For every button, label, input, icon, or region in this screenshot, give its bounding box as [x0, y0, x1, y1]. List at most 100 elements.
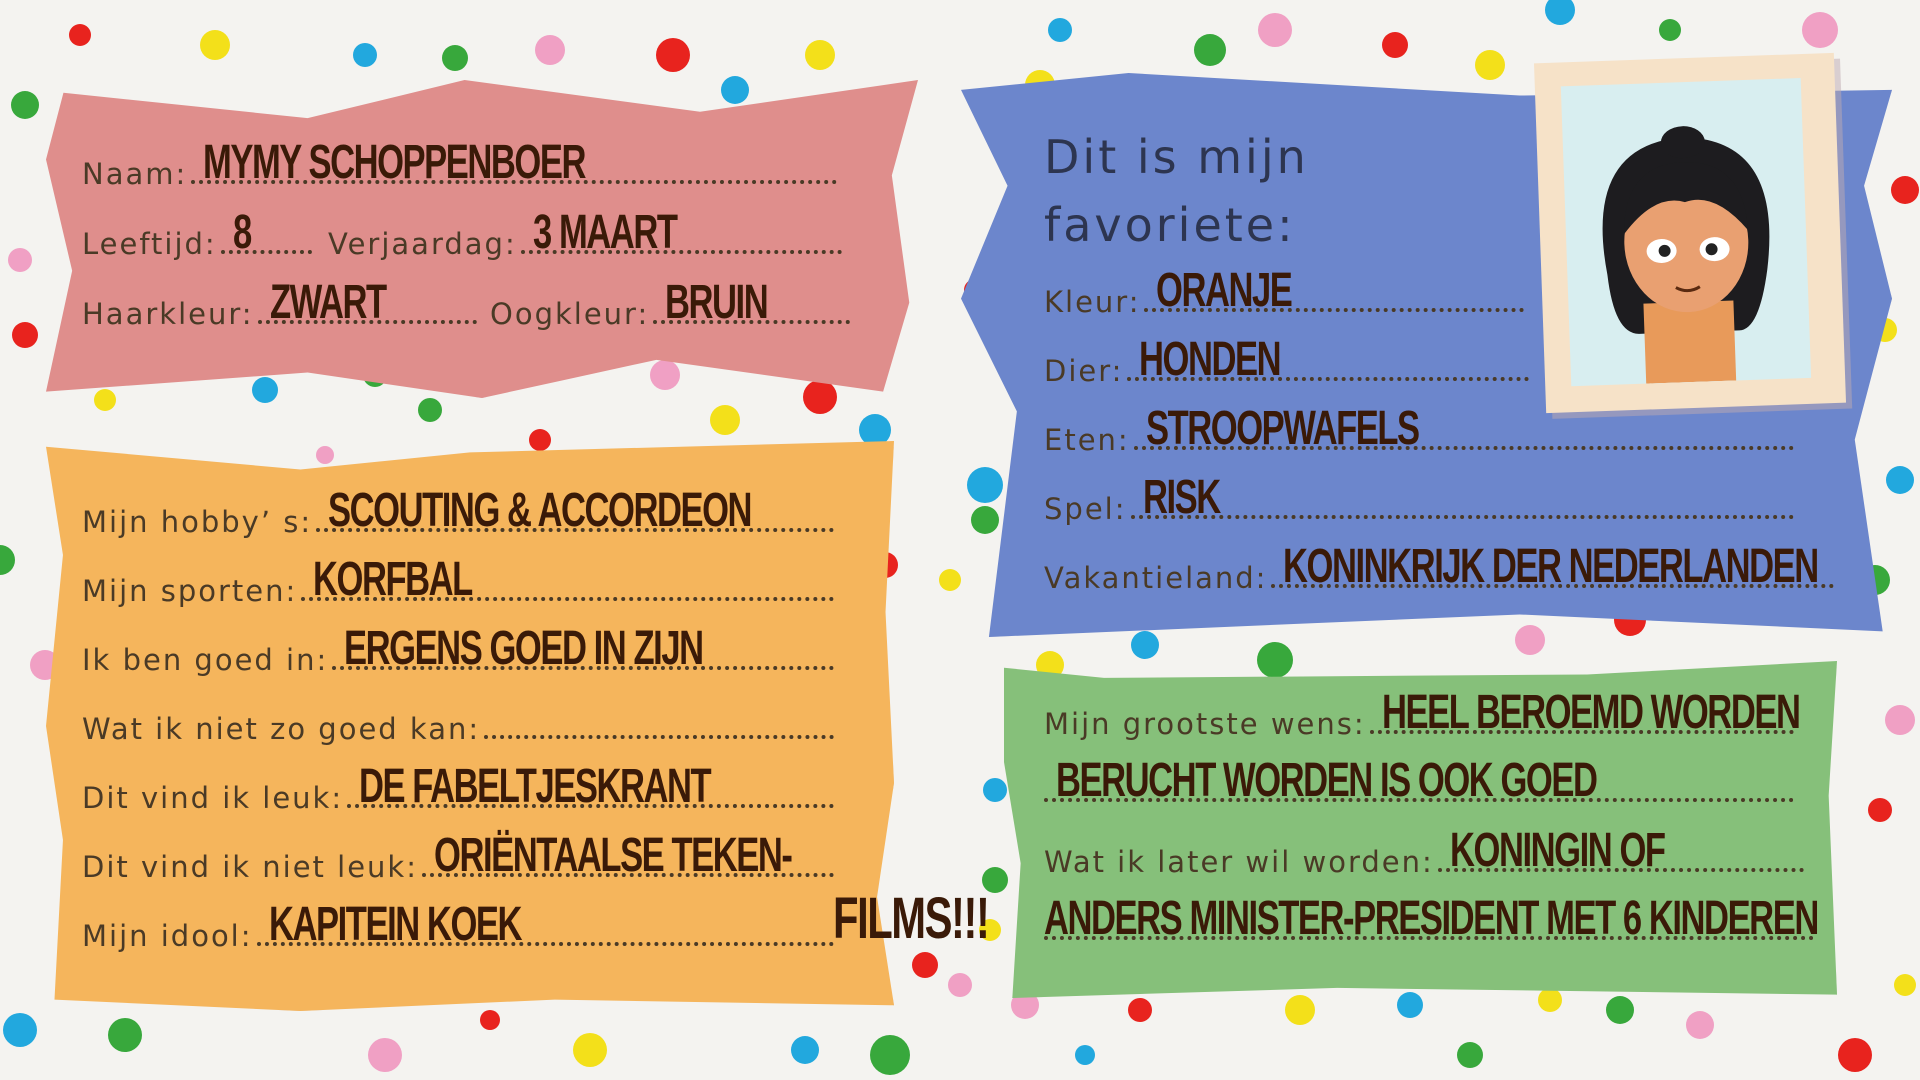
name-row: Naam: MYMY SCHOPPENBOER: [82, 136, 837, 191]
hair-label: Haarkleur:: [82, 297, 254, 331]
wish-row: Mijn grootste wens: HEEL BEROEMD WORDEN: [1044, 686, 1801, 741]
hobby-label: Mijn sporten:: [82, 574, 298, 608]
hobby-row: Dit vind ik niet leuk: ORIËNTAALSE TEKEN-: [82, 829, 834, 884]
fav-value: KONINKRIJK DER NEDERLANDEN: [1283, 540, 1819, 593]
polka-dot: [11, 91, 39, 119]
polka-dot: [442, 45, 468, 71]
career-line2: ANDERS MINISTER-PRESIDENT MET 6 KINDEREN: [1044, 892, 1819, 945]
polka-dot: [368, 1038, 402, 1072]
fav-value: ORANJE: [1156, 264, 1293, 317]
fav-value: HONDEN: [1139, 333, 1282, 386]
polka-dot: [1894, 974, 1916, 996]
polka-dot: [1886, 466, 1914, 494]
polka-dot: [1257, 642, 1293, 678]
name-value: MYMY SCHOPPENBOER: [203, 136, 586, 189]
polka-dot: [418, 398, 442, 422]
hobby-row: Mijn hobby’ s: SCOUTING & ACCORDEON: [82, 484, 834, 539]
polka-dot: [1838, 1038, 1872, 1072]
fav-label: Vakantieland:: [1044, 561, 1268, 595]
polka-dot: [1686, 1011, 1714, 1039]
polka-dot: [0, 545, 15, 575]
career-line1: KONINGIN OF: [1449, 824, 1666, 877]
fav-row: Eten: STROOPWAFELS: [1044, 402, 1794, 457]
hobby-row: Mijn idool: KAPITEIN KOEK FILMS!!!: [82, 886, 990, 953]
polka-dot: [912, 952, 938, 978]
fav-value: STROOPWAFELS: [1145, 402, 1420, 455]
hobby-label: Ik ben goed in:: [82, 643, 329, 677]
name-label: Naam:: [82, 157, 188, 191]
portrait-frame: [1533, 52, 1847, 414]
birthday-value: 3 MAART: [532, 206, 678, 259]
polka-dot: [650, 360, 680, 390]
hobby-label: Dit vind ik leuk:: [82, 781, 344, 815]
polka-dot: [1194, 34, 1226, 66]
polka-dot: [803, 380, 837, 414]
hobby-row: Mijn sporten: KORFBAL: [82, 553, 834, 608]
polka-dot: [1075, 1045, 1095, 1065]
polka-dot: [480, 1010, 500, 1030]
polka-dot: [12, 322, 38, 348]
polka-dot: [948, 973, 972, 997]
hobby-label: Mijn hobby’ s:: [82, 505, 313, 539]
career-row-2: ANDERS MINISTER-PRESIDENT MET 6 KINDEREN: [1044, 892, 1819, 947]
age-label: Leeftijd:: [82, 227, 217, 261]
polka-dot: [8, 248, 32, 272]
fav-label: Kleur:: [1044, 285, 1141, 319]
polka-dot: [656, 38, 690, 72]
polka-dot: [108, 1018, 142, 1052]
eye-row: Oogkleur: BRUIN: [490, 276, 850, 331]
eye-label: Oogkleur:: [490, 297, 650, 331]
hobby-label: Dit vind ik niet leuk:: [82, 850, 418, 884]
fav-label: Dier:: [1044, 354, 1124, 388]
polka-dot: [971, 506, 999, 534]
polka-dot: [94, 389, 116, 411]
hobby-value-extra: FILMS!!!: [833, 886, 990, 951]
polka-dot: [791, 1036, 819, 1064]
fav-label: Eten:: [1044, 423, 1130, 457]
polka-dot: [870, 1035, 910, 1075]
polka-dot: [1131, 631, 1159, 659]
hair-row: Haarkleur: ZWART: [82, 276, 477, 331]
polka-dot: [252, 377, 278, 403]
career-label: Wat ik later wil worden:: [1044, 845, 1434, 879]
birthday-row: Verjaardag: 3 MAART: [328, 206, 842, 261]
polka-dot: [1659, 19, 1681, 41]
birthday-label: Verjaardag:: [328, 227, 517, 261]
polka-dot: [1802, 12, 1838, 48]
polka-dot: [1457, 1042, 1483, 1068]
hair-value: ZWART: [269, 276, 387, 329]
polka-dot: [1258, 13, 1292, 47]
polka-dot: [805, 40, 835, 70]
career-row: Wat ik later wil worden: KONINGIN OF: [1044, 824, 1804, 879]
wish-line1: HEEL BEROEMD WORDEN: [1381, 686, 1801, 739]
polka-dot: [529, 429, 551, 451]
wish-row-2: BERUCHT WORDEN IS OOK GOED: [1044, 754, 1794, 809]
hobby-label: Mijn idool:: [82, 919, 253, 953]
polka-dot: [1048, 18, 1072, 42]
wish-label: Mijn grootste wens:: [1044, 707, 1366, 741]
favorites-title-line2: favoriete:: [1044, 198, 1296, 252]
fav-label: Spel:: [1044, 492, 1127, 526]
polka-dot: [69, 24, 91, 46]
polka-dot: [859, 414, 891, 446]
polka-dot: [353, 43, 377, 67]
polka-dot: [1538, 988, 1562, 1012]
polka-dot: [939, 569, 961, 591]
hobby-value: DE FABELTJESKRANT: [359, 760, 712, 813]
polka-dot: [3, 1013, 37, 1047]
hobby-row: Wat ik niet zo goed kan:: [82, 695, 834, 746]
polka-dot: [1475, 50, 1505, 80]
fav-row: Vakantieland: KONINKRIJK DER NEDERLANDEN: [1044, 540, 1834, 595]
fav-row: Spel: RISK: [1044, 471, 1794, 526]
polka-dot: [1285, 995, 1315, 1025]
polka-dot: [1382, 32, 1408, 58]
polka-dot: [1515, 625, 1545, 655]
eye-value: BRUIN: [665, 276, 769, 329]
fav-row: Dier: HONDEN: [1044, 333, 1529, 388]
favorites-title-line1: Dit is mijn: [1044, 130, 1309, 184]
hobby-value: ORIËNTAALSE TEKEN-: [433, 829, 793, 882]
age-row: Leeftijd: 8: [82, 206, 312, 261]
hobby-row: Dit vind ik leuk: DE FABELTJESKRANT: [82, 760, 834, 815]
polka-dot: [1606, 996, 1634, 1024]
age-value: 8: [232, 206, 252, 259]
